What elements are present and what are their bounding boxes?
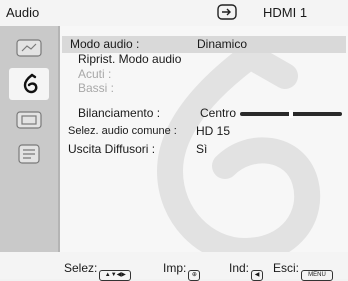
audio-mode-value: Dinamico (197, 37, 248, 51)
header-bar: Audio HDMI 1 (0, 0, 348, 26)
speaker-output-value: Sì (196, 142, 208, 156)
audio-note-icon (23, 73, 38, 94)
picture-settings-icon (16, 39, 42, 57)
balance-slider-knob[interactable] (289, 110, 293, 118)
screen-settings-icon (16, 111, 42, 129)
common-audio-value: HD 15 (196, 124, 231, 138)
menu-row-balance[interactable]: Bilanciamento : Centro (60, 105, 348, 122)
input-source-label: HDMI 1 (263, 5, 308, 20)
tv-osd-audio-menu: Audio HDMI 1 Modo audio: Dinamico Ripri… (0, 0, 348, 281)
help-back: Ind: ◀ (229, 261, 264, 281)
sidebar-item-audio[interactable] (9, 68, 49, 100)
sidebar-item-picture[interactable] (9, 32, 49, 64)
sidebar-item-screen[interactable] (9, 104, 49, 136)
back-key-icon: ◀ (251, 270, 264, 281)
bass-label: Bassi : (78, 81, 115, 95)
help-exit: Esci: MENU (273, 261, 334, 281)
input-source-icon (217, 4, 237, 20)
help-set: Imp: ⊕ (163, 261, 201, 281)
menu-key-icon: MENU (301, 270, 334, 281)
sidebar (0, 26, 60, 252)
menu-title: Audio (6, 5, 40, 20)
help-bar: Selez: ▲▼◀▶ Imp: ⊕ Ind: ◀ Esci: MENU (0, 252, 348, 281)
enter-key-icon: ⊕ (188, 270, 201, 281)
common-audio-label: Selez. audio comune : (68, 125, 177, 137)
audio-settings-panel: Modo audio : Dinamico Riprist. Modo audi… (60, 26, 348, 252)
balance-value: Centro (200, 106, 237, 120)
help-select: Selez: ▲▼◀▶ (64, 261, 132, 281)
setup-settings-icon (18, 144, 40, 164)
speaker-output-label: Uscita Diffusori : (68, 142, 156, 156)
balance-label: Bilanciamento : (78, 106, 161, 120)
select-keys-icon: ▲▼◀▶ (99, 270, 132, 281)
sidebar-item-setup[interactable] (9, 138, 49, 170)
